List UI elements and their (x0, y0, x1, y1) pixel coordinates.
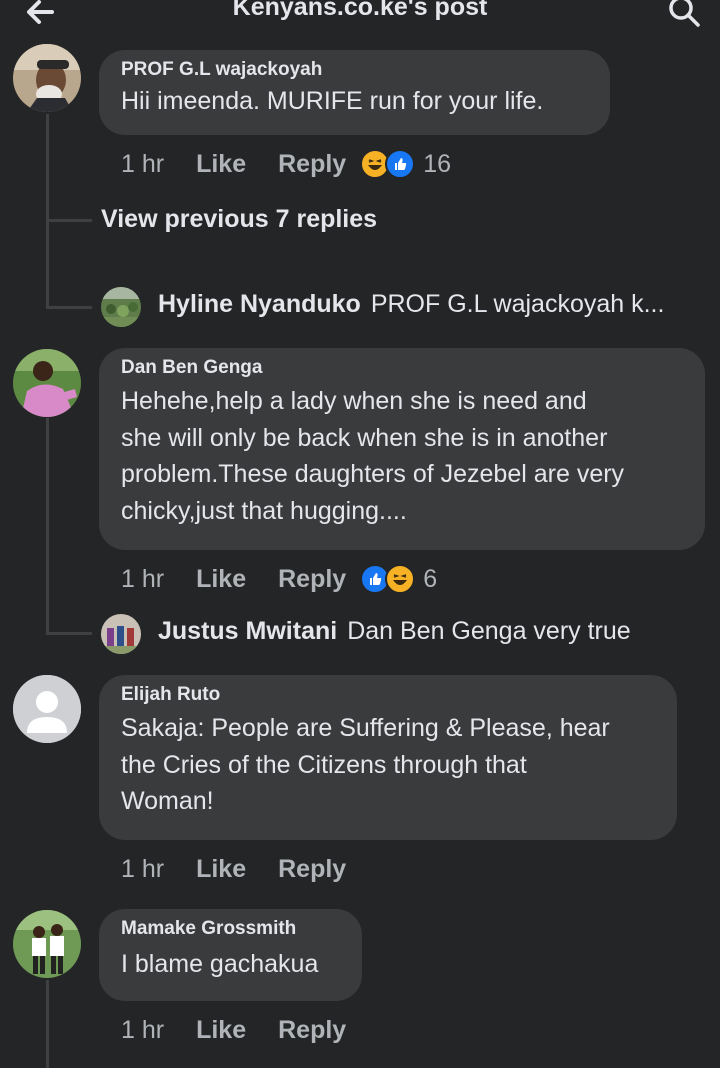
reply-preview[interactable]: Hyline Nyanduko PROF G.L wajackoyah k... (158, 290, 664, 319)
thread-line (46, 980, 49, 1068)
search-button[interactable] (666, 0, 702, 30)
comment-text-line: Woman! (121, 787, 214, 815)
comment-text-line: Sakaja: People are Suffering & Please, h… (121, 714, 610, 742)
avatar[interactable] (13, 349, 81, 417)
comment-time[interactable]: 1 hr (121, 150, 164, 179)
reply-author[interactable]: Hyline Nyanduko (158, 290, 361, 319)
reply-button[interactable]: Reply (278, 150, 346, 179)
like-button[interactable]: Like (196, 855, 246, 884)
profile-photo (13, 349, 81, 417)
avatar[interactable] (101, 614, 141, 654)
comment-text-line: chicky,just that hugging.... (121, 496, 407, 525)
search-icon (669, 0, 700, 27)
reply-button[interactable]: Reply (278, 1016, 346, 1045)
comment-text: Sakaja: People are Suffering & Please, h… (121, 710, 657, 820)
reply-author[interactable]: Justus Mwitani (158, 617, 337, 646)
comment-text-line: problem.These daughters of Jezebel are v… (121, 460, 625, 488)
reply-preview[interactable]: Justus Mwitani Dan Ben Genga very true (158, 617, 631, 646)
reply-snippet: PROF G.L wajackoyah k... (370, 290, 665, 318)
comment-actions: 1 hr Like Reply (121, 852, 360, 886)
reaction-count: 6 (423, 564, 438, 593)
thread-connector (46, 306, 92, 309)
comment-time[interactable]: 1 hr (121, 855, 164, 884)
post-comments-page: Kenyans.co.ke's post PROF G.L wajackoyah… (0, 0, 720, 1068)
page-title: Kenyans.co.ke's post (232, 0, 488, 21)
like-button[interactable]: Like (196, 565, 246, 594)
profile-photo (101, 287, 141, 327)
like-button[interactable]: Like (196, 1016, 246, 1045)
avatar[interactable] (13, 44, 81, 112)
thread-line (46, 418, 49, 634)
reaction-count: 16 (423, 149, 452, 178)
comment-text-line: the Cries of the Citizens through that (121, 750, 527, 779)
like-icon (385, 149, 416, 179)
comment-author[interactable]: Dan Ben Genga (121, 357, 685, 379)
reactions-summary[interactable]: 16 (360, 149, 451, 179)
profile-photo (13, 44, 81, 112)
default-avatar-icon (13, 675, 81, 743)
comment-text-line: she will only be back when she is in ano… (121, 423, 608, 452)
comment-time[interactable]: 1 hr (121, 565, 164, 594)
like-button[interactable]: Like (196, 150, 246, 179)
comment-bubble[interactable]: Elijah Ruto Sakaja: People are Suffering… (99, 675, 677, 840)
top-bar: Kenyans.co.ke's post (0, 0, 720, 36)
reply-button[interactable]: Reply (278, 565, 346, 594)
comment-bubble[interactable]: PROF G.L wajackoyah Hii imeenda. MURIFE … (99, 50, 610, 135)
comment-text: I blame gachakua (121, 950, 319, 978)
comment-actions: 1 hr Like Reply 16 (121, 147, 451, 181)
profile-photo (101, 614, 141, 654)
profile-photo (13, 910, 81, 978)
thread-connector (46, 219, 92, 222)
reply-snippet: Dan Ben Genga very true (347, 617, 631, 645)
reply-button[interactable]: Reply (278, 855, 346, 884)
comment-author[interactable]: Mamake Grossmith (121, 918, 342, 940)
comment-time[interactable]: 1 hr (121, 1016, 164, 1045)
thread-line (46, 114, 49, 308)
comment-text: Hehehe,help a lady when she is need and … (121, 383, 685, 529)
comment-text: Hii imeenda. MURIFE run for your life. (121, 87, 544, 115)
comment-author[interactable]: PROF G.L wajackoyah (121, 59, 590, 81)
thread-connector (46, 632, 92, 635)
haha-icon (385, 564, 416, 594)
avatar[interactable] (101, 287, 141, 327)
comment-bubble[interactable]: Dan Ben Genga Hehehe,help a lady when sh… (99, 348, 705, 550)
comment-author[interactable]: Elijah Ruto (121, 684, 657, 706)
comment-actions: 1 hr Like Reply 6 (121, 562, 437, 596)
view-previous-replies[interactable]: View previous 7 replies (101, 205, 377, 234)
avatar[interactable] (13, 910, 81, 978)
comment-text-line: Hehehe,help a lady when she is need and (121, 387, 587, 415)
comment-actions: 1 hr Like Reply (121, 1013, 360, 1047)
avatar[interactable] (13, 675, 81, 743)
reactions-summary[interactable]: 6 (360, 564, 437, 594)
comment-bubble[interactable]: Mamake Grossmith I blame gachakua (99, 909, 362, 1001)
